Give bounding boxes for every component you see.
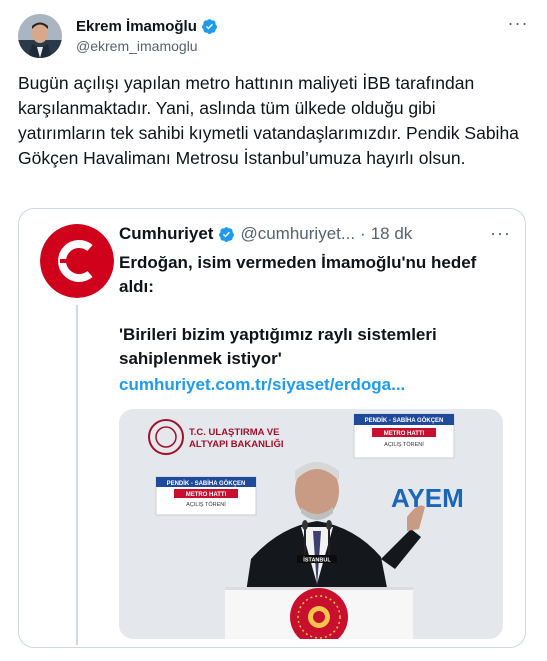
left-banner-bot: AÇILIŞ TÖRENİ [186,501,226,508]
quote-header: Cumhuriyet @cumhuriyet... · 18 dk [119,224,412,244]
quote-author-handle[interactable]: @cumhuriyet... [240,224,355,244]
quote-media-image[interactable]: T.C. ULAŞTIRMA VE ALTYAPI BAKANLIĞI PEND… [119,409,503,639]
more-options-icon[interactable]: ··· [506,14,530,36]
left-banner-mid: METRO HATTI [186,492,227,498]
quote-timestamp[interactable]: 18 dk [371,224,413,244]
quote-link[interactable]: cumhuriyet.com.tr/siyaset/erdoga... [119,375,405,395]
right-banner-top: PENDİK - SABİHA GÖKÇEN [365,417,444,424]
right-partial-logo: AYEM [391,483,464,513]
quoted-tweet[interactable]: Cumhuriyet @cumhuriyet... · 18 dk ··· Er… [18,208,526,648]
quote-author-name[interactable]: Cumhuriyet [119,224,213,244]
verified-badge-icon [219,226,235,242]
tweet-header: Ekrem İmamoğlu @ekrem_imamoglu ··· [18,14,530,58]
tweet-text: Bugün açılışı yapılan metro hattının mal… [18,73,519,168]
right-banner-mid: METRO HATTI [384,431,425,437]
ministry-text-2: ALTYAPI BAKANLIĞI [189,438,283,450]
author-handle[interactable]: @ekrem_imamoglu [76,38,198,54]
left-banner-top: PENDİK - SABİHA GÖKÇEN [167,480,246,487]
quote-text-line2: 'Birileri bizim yaptığımız raylı sisteml… [119,325,437,368]
thread-line [76,305,78,645]
cumhuriyet-logo-icon[interactable] [40,224,114,298]
author-name[interactable]: Ekrem İmamoğlu [76,18,197,35]
right-banner-bot: AÇILIŞ TÖRENİ [384,441,424,448]
podium-city-sign: İSTANBUL [303,557,331,564]
more-options-icon[interactable]: ··· [490,223,511,244]
quote-text: Erdoğan, isim vermeden İmamoğlu'nu hedef… [119,251,514,395]
author-name-row: Ekrem İmamoğlu [76,18,218,35]
verified-badge-icon [201,19,217,35]
separator-dot: · [360,224,366,243]
ministry-text-1: T.C. ULAŞTIRMA VE [189,427,279,438]
quote-text-line1: Erdoğan, isim vermeden İmamoğlu'nu hedef… [119,253,477,296]
avatar[interactable] [18,14,62,58]
